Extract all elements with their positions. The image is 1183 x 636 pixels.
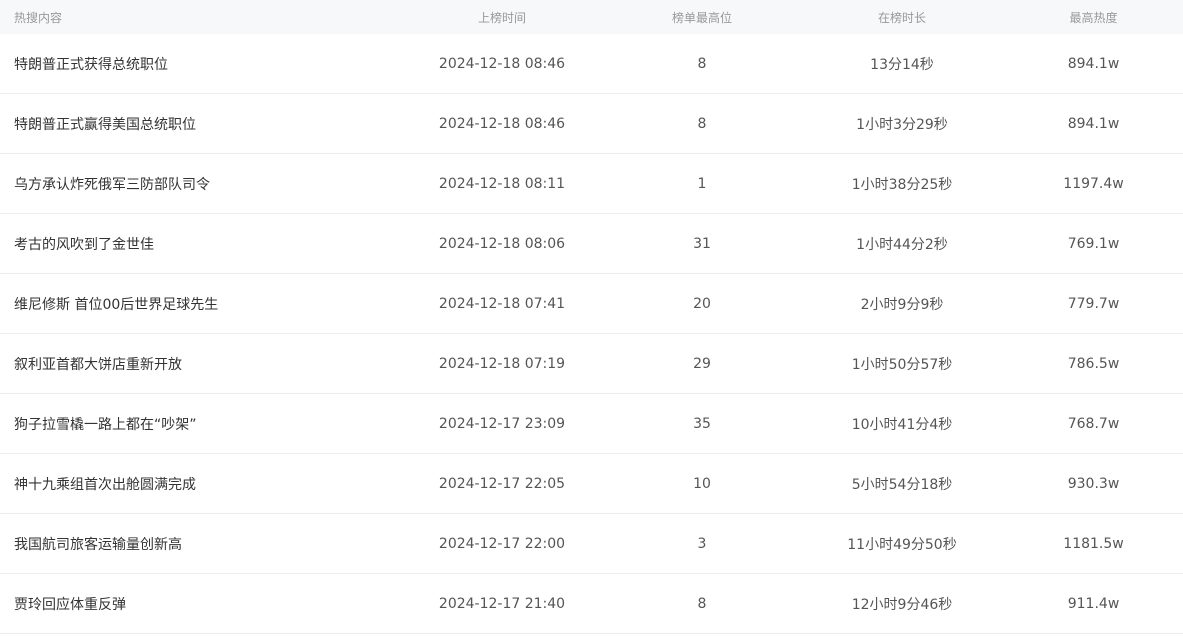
row-duration: 1小时3分29秒 (856, 116, 948, 133)
row-rank: 10 (693, 475, 711, 492)
row-duration: 2小时9分9秒 (860, 296, 944, 313)
row-title[interactable]: 叙利亚首都大饼店重新开放 (0, 354, 400, 374)
row-time: 2024-12-18 08:11 (438, 175, 566, 192)
table-row[interactable]: 乌方承认炸死俄军三防部队司令 2024-12-18 08:11 1 1小时38分25秒… (0, 154, 1183, 214)
row-title[interactable]: 乌方承认炸死俄军三防部队司令 (0, 174, 400, 194)
row-duration: 10小时41分4秒 (851, 416, 953, 433)
row-time: 2024-12-18 08:46 (438, 55, 566, 72)
row-time: 2024-12-17 23:09 (438, 415, 566, 432)
row-heat: 769.1w (1067, 235, 1120, 252)
row-rank: 20 (693, 295, 711, 312)
row-heat: 779.7w (1067, 295, 1120, 312)
table-row[interactable]: 神十九乘组首次出舱圆满完成 2024-12-17 22:05 10 5小时54分18秒… (0, 454, 1183, 514)
row-rank: 35 (693, 415, 711, 432)
row-title[interactable]: 我国航司旅客运输量创新高 (0, 534, 400, 554)
row-rank: 8 (697, 595, 707, 612)
row-title[interactable]: 特朗普正式赢得美国总统职位 (0, 114, 400, 134)
header-rank: 榜单最高位 (671, 10, 732, 25)
row-time: 2024-12-17 22:05 (438, 475, 566, 492)
header-title: 热搜内容 (14, 10, 63, 25)
table-row[interactable]: 维尼修斯 首位00后世界足球先生 2024-12-18 07:41 20 2小时9分9… (0, 274, 1183, 334)
row-heat: 911.4w (1067, 595, 1120, 612)
row-heat: 768.7w (1067, 415, 1120, 432)
table-row[interactable]: 特朗普正式获得总统职位 2024-12-18 08:46 8 13分14秒 894.1w (0, 34, 1183, 94)
row-duration: 11小时49分50秒 (847, 536, 957, 553)
table-body: 特朗普正式获得总统职位 2024-12-18 08:46 8 13分14秒 894.1w… (0, 34, 1183, 634)
table-row[interactable]: 特朗普正式赢得美国总统职位 2024-12-18 08:46 8 1小时3分29秒 89… (0, 94, 1183, 154)
row-duration: 1小时44分2秒 (856, 236, 948, 253)
row-rank: 1 (697, 175, 707, 192)
row-heat: 786.5w (1067, 355, 1120, 372)
header-time: 上榜时间 (477, 10, 526, 25)
row-title[interactable]: 贾玲回应体重反弹 (0, 594, 400, 614)
row-heat: 1181.5w (1063, 535, 1124, 552)
row-title[interactable]: 考古的风吹到了金世佳 (0, 234, 400, 254)
row-duration: 1小时38分25秒 (851, 176, 953, 193)
row-rank: 8 (697, 55, 707, 72)
row-heat: 930.3w (1067, 475, 1120, 492)
table-header: 热搜内容 上榜时间 榜单最高位 在榜时长 最高热度 (0, 0, 1183, 34)
row-time: 2024-12-18 08:46 (438, 115, 566, 132)
row-title[interactable]: 维尼修斯 首位00后世界足球先生 (0, 294, 400, 314)
hot-search-table: 热搜内容 上榜时间 榜单最高位 在榜时长 最高热度 特朗普正式获得总统职位 202… (0, 0, 1183, 634)
table-row[interactable]: 叙利亚首都大饼店重新开放 2024-12-18 07:19 29 1小时50分57秒 7… (0, 334, 1183, 394)
table-row[interactable]: 狗子拉雪橇一路上都在“吵架” 2024-12-17 23:09 35 10小时41分4… (0, 394, 1183, 454)
row-rank: 3 (697, 535, 707, 552)
row-time: 2024-12-17 22:00 (438, 535, 566, 552)
row-rank: 8 (697, 115, 707, 132)
row-duration: 13分14秒 (870, 56, 934, 73)
row-heat: 1197.4w (1063, 175, 1124, 192)
row-title[interactable]: 特朗普正式获得总统职位 (0, 54, 400, 74)
row-duration: 12小时9分46秒 (851, 596, 953, 613)
table-row[interactable]: 我国航司旅客运输量创新高 2024-12-17 22:00 3 11小时49分50秒 1… (0, 514, 1183, 574)
row-time: 2024-12-18 07:41 (438, 295, 566, 312)
header-heat: 最高热度 (1069, 10, 1118, 25)
row-duration: 5小时54分18秒 (851, 476, 953, 493)
row-time: 2024-12-17 21:40 (438, 595, 566, 612)
table-row[interactable]: 考古的风吹到了金世佳 2024-12-18 08:06 31 1小时44分2秒 769.… (0, 214, 1183, 274)
row-title[interactable]: 狗子拉雪橇一路上都在“吵架” (0, 414, 400, 434)
row-heat: 894.1w (1067, 55, 1120, 72)
table-row[interactable]: 贾玲回应体重反弹 2024-12-17 21:40 8 12小时9分46秒 911.4w (0, 574, 1183, 634)
row-rank: 31 (693, 235, 711, 252)
row-time: 2024-12-18 08:06 (438, 235, 566, 252)
row-heat: 894.1w (1067, 115, 1120, 132)
header-duration: 在榜时长 (877, 10, 926, 25)
row-time: 2024-12-18 07:19 (438, 355, 566, 372)
row-title[interactable]: 神十九乘组首次出舱圆满完成 (0, 474, 400, 494)
row-rank: 29 (693, 355, 711, 372)
row-duration: 1小时50分57秒 (851, 356, 953, 373)
